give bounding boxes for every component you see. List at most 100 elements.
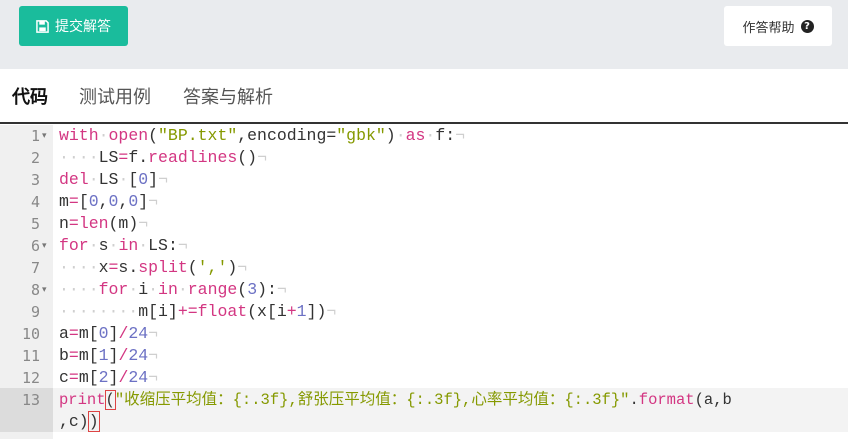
code-line-wrap[interactable]: ,c)) [0,411,848,433]
tab-code[interactable]: 代码 [12,83,48,109]
code-token: 0 [128,192,139,211]
code-token: f: [435,126,456,145]
code-line[interactable]: 11 b=m[1]/24¬ [0,345,848,367]
tab-answer-analysis[interactable]: 答案与解析 [183,83,273,109]
line-number: 13 [21,391,40,409]
code-token: m[ [78,368,99,387]
help-button[interactable]: 作答帮助 ? [724,6,832,46]
code-line-active[interactable]: 13 print("收缩压平均值：{:.3f},舒张压平均值：{:.3f},心率… [0,389,848,411]
code-token: c [59,368,69,387]
code-token: ,encoding= [237,126,337,145]
line-number: 12 [21,369,40,387]
code-token: 0 [108,192,119,211]
line-number: 9 [30,303,40,321]
code-token: . [629,391,639,409]
code-line[interactable]: 1 ▾ with·open("BP.txt",encoding="gbk")·a… [0,125,848,147]
code-token: format [638,391,695,409]
code-editor[interactable]: 1 ▾ with·open("BP.txt",encoding="gbk")·a… [0,125,848,439]
code-token: = [118,148,129,167]
code-token: b [59,346,69,365]
text-cursor [98,412,100,431]
code-token: ) [385,126,396,145]
code-line[interactable]: 9 ········m[i]+=float(x[i+1])¬ [0,301,848,323]
code-token: "收缩压平均值：{:.3f},舒张压平均值：{:.3f},心率平均值：{:.3f… [114,391,630,409]
code-token: ( [237,280,248,299]
fold-arrow-icon[interactable]: ▾ [42,125,47,147]
code-token: LS [98,148,119,167]
code-line[interactable]: 6 ▾ for·s·in·LS:¬ [0,235,848,257]
code-token: for [98,280,129,299]
submit-answer-button[interactable]: 提交解答 [19,6,128,46]
code-token: ] [148,170,159,189]
code-token: ',' [197,258,228,277]
code-line[interactable]: 3 del·LS·[0]¬ [0,169,848,191]
code-token: f. [128,148,149,167]
code-token: s [98,236,109,255]
code-token: 0 [88,192,99,211]
code-line[interactable]: 8 ▾ ····for·i·in·range(3):¬ [0,279,848,301]
fold-arrow-icon[interactable]: ▾ [42,235,47,257]
code-token: ] [138,192,149,211]
code-token: range [187,280,238,299]
code-token: += [177,302,198,321]
code-token: () [237,148,258,167]
code-token: = [68,324,79,343]
code-token: / [118,324,129,343]
code-token: (x[i [247,302,287,321]
code-token: x [98,258,109,277]
code-token: = [68,192,79,211]
code-token: = [68,346,79,365]
code-line[interactable]: 2 ····LS=f.readlines()¬ [0,147,848,169]
code-token: (a,b [694,391,732,409]
code-token: / [118,368,129,387]
code-line[interactable]: 10 a=m[0]/24¬ [0,323,848,345]
code-token: "gbk" [336,126,386,145]
code-token: open [108,126,149,145]
code-token: ] [108,324,119,343]
code-token: ) [87,411,100,432]
code-token: [ [78,192,89,211]
code-token: ( [148,126,159,145]
code-token: , [98,192,109,211]
code-token: ) [227,258,238,277]
code-token: as [405,126,426,145]
code-token: [ [128,170,139,189]
code-line[interactable]: 4 m=[0,0,0]¬ [0,191,848,213]
code-token: m[ [78,324,99,343]
line-number: 6 [30,237,40,255]
code-token: m[i] [138,302,178,321]
tab-test-cases[interactable]: 测试用例 [79,83,151,109]
code-line[interactable]: 12 c=m[2]/24¬ [0,367,848,389]
code-token: 1 [296,302,307,321]
code-token: ]) [306,302,327,321]
code-token: for [59,236,89,255]
code-token: (m) [108,214,139,233]
code-token: split [138,258,188,277]
code-token: ( [187,258,198,277]
code-token: m [59,192,69,211]
code-token: 3 [247,280,258,299]
code-token: del [59,170,89,189]
tab-bar: 代码 测试用例 答案与解析 [0,69,848,124]
code-token: , [118,192,129,211]
code-token: float [197,302,248,321]
code-token: / [118,346,129,365]
code-line[interactable]: 5 n=len(m)¬ [0,213,848,235]
line-number: 8 [30,281,40,299]
code-token: with [59,126,99,145]
code-token: ] [108,368,119,387]
code-token: in [118,236,139,255]
top-toolbar: 提交解答 作答帮助 ? [0,0,848,69]
code-token: print [59,391,106,409]
line-number: 5 [30,215,40,233]
submit-answer-label: 提交解答 [55,19,111,35]
code-token: = [68,368,79,387]
code-token: = [68,214,79,233]
code-token: in [158,280,178,299]
code-token: a [59,324,69,343]
question-circle-icon: ? [800,19,814,33]
code-line[interactable]: 7 ····x=s.split(',')¬ [0,257,848,279]
code-token: 24 [128,324,149,343]
fold-arrow-icon[interactable]: ▾ [42,279,47,301]
code-token: ( [104,390,116,410]
